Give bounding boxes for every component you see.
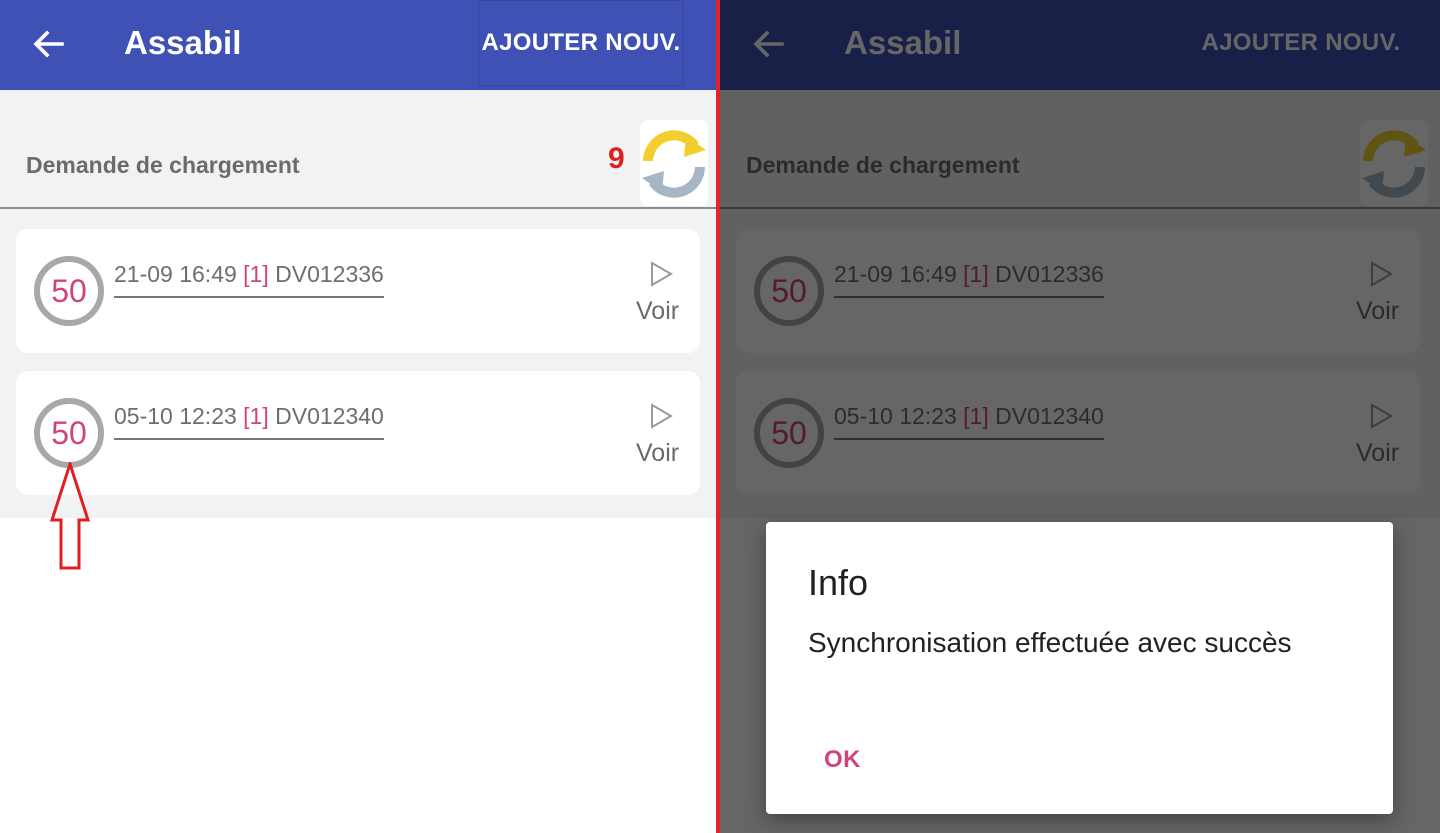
play-icon[interactable]: [648, 261, 674, 287]
section-title: Demande de chargement: [26, 152, 300, 178]
item-summary: 05-10 12:23 [1] DV012340: [114, 403, 384, 440]
up-arrow-annotation: [49, 462, 91, 570]
item-ref: DV012336: [275, 261, 384, 287]
item-ref: DV012340: [275, 403, 384, 429]
quantity-badge: 50: [34, 256, 104, 326]
ok-button[interactable]: OK: [824, 746, 861, 774]
sync-icon: [642, 130, 706, 198]
app-title: Assabil: [124, 24, 242, 61]
quantity-value: 50: [51, 272, 87, 309]
info-dialog: Info Synchronisation effectuée avec succ…: [766, 522, 1393, 814]
item-summary: 21-09 16:49 [1] DV012336: [114, 261, 384, 298]
item-date: 05-10 12:23: [114, 403, 237, 429]
dialog-title: Info: [808, 562, 869, 603]
sync-count-badge: 9: [608, 142, 625, 175]
arrow-left-icon[interactable]: [28, 24, 68, 64]
add-new-button[interactable]: AJOUTER NOUV.: [478, 0, 684, 86]
view-button[interactable]: Voir: [636, 439, 679, 468]
list-item[interactable]: 50 21-09 16:49 [1] DV012336 Voir: [16, 229, 700, 353]
sync-button[interactable]: [640, 120, 708, 206]
view-button[interactable]: Voir: [636, 297, 679, 326]
item-date: 21-09 16:49: [114, 261, 237, 287]
screen-after-sync: Assabil AJOUTER NOUV. Demande de chargem…: [720, 0, 1440, 833]
section-header: Demande de chargement 9: [0, 90, 716, 209]
play-icon[interactable]: [648, 403, 674, 429]
list-item[interactable]: 50 05-10 12:23 [1] DV012340 Voir: [16, 371, 700, 495]
item-count: [1]: [243, 261, 269, 287]
app-bar: Assabil AJOUTER NOUV.: [0, 0, 716, 90]
content-area: Demande de chargement 9 50 21-09 16:49 […: [0, 90, 716, 518]
screen-before-sync: Assabil AJOUTER NOUV. Demande de chargem…: [0, 0, 716, 833]
item-count: [1]: [243, 403, 269, 429]
quantity-value: 50: [51, 414, 87, 451]
quantity-badge: 50: [34, 398, 104, 468]
dialog-message: Synchronisation effectuée avec succès: [808, 627, 1292, 658]
